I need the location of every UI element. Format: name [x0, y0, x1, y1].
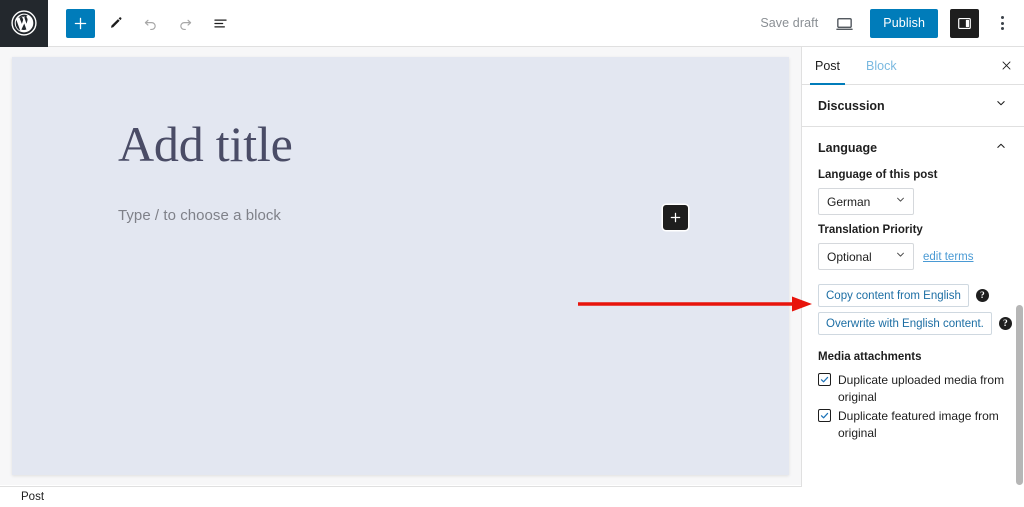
tab-post[interactable]: Post	[802, 47, 853, 85]
edit-terms-link[interactable]: edit terms	[923, 251, 974, 263]
post-canvas[interactable]: Add title Type / to choose a block	[12, 57, 789, 475]
document-overview-icon[interactable]	[205, 8, 235, 38]
media-attachments-title: Media attachments	[818, 351, 922, 363]
help-icon[interactable]: ?	[998, 317, 1012, 330]
help-icon[interactable]: ?	[975, 289, 989, 302]
add-block-button[interactable]	[66, 8, 95, 38]
more-vertical-icon[interactable]	[991, 9, 1013, 38]
post-language-select-wrap: German	[818, 188, 914, 215]
toolbar-left-group	[48, 8, 235, 38]
undo-icon[interactable]	[135, 8, 165, 38]
translation-priority-select-wrap: Optional	[818, 243, 914, 270]
breadcrumb: Post	[0, 486, 801, 507]
publish-button[interactable]: Publish	[870, 8, 938, 38]
tab-block[interactable]: Block	[853, 47, 910, 84]
chevron-down-icon	[994, 96, 1008, 115]
panel-language[interactable]: Language	[802, 127, 1024, 169]
settings-sidebar: Post Block Discussion Language Language …	[801, 47, 1024, 487]
checkbox-row-duplicate-featured-image: Duplicate featured image from original	[818, 408, 1008, 441]
breadcrumb-item-post[interactable]: Post	[21, 491, 44, 503]
close-icon[interactable]	[988, 47, 1024, 84]
checkbox-row-duplicate-uploaded-media: Duplicate uploaded media from original	[818, 372, 1008, 405]
sidebar-tabs: Post Block	[802, 47, 1024, 85]
post-language-label: Language of this post	[818, 169, 938, 181]
block-placeholder-input[interactable]: Type / to choose a block	[118, 207, 281, 224]
copy-content-row: Copy content from English ?	[818, 284, 1008, 307]
panel-language-title: Language	[818, 141, 878, 155]
copy-content-from-english-button[interactable]: Copy content from English	[818, 284, 969, 307]
wordpress-block-editor: Save draft Publish Add title Type / to c…	[0, 0, 1024, 507]
duplicate-uploaded-media-checkbox[interactable]	[818, 373, 831, 386]
sidebar-scrollbar[interactable]	[1016, 305, 1023, 485]
pencil-icon[interactable]	[100, 8, 130, 38]
chevron-up-icon	[994, 139, 1008, 158]
inline-add-block-button[interactable]	[663, 205, 688, 230]
editor-canvas-area: Add title Type / to choose a block	[0, 47, 801, 485]
editor-toolbar: Save draft Publish	[0, 0, 1024, 47]
wordpress-logo-icon[interactable]	[0, 0, 48, 47]
post-title-input[interactable]: Add title	[118, 119, 293, 169]
post-language-select[interactable]: German	[818, 188, 914, 215]
panel-discussion[interactable]: Discussion	[802, 85, 1024, 127]
overwrite-with-english-content-button[interactable]: Overwrite with English content.	[818, 312, 992, 335]
settings-sidebar-icon[interactable]	[950, 8, 979, 38]
translation-priority-row: Optional edit terms	[818, 243, 1008, 270]
redo-icon[interactable]	[170, 8, 200, 38]
panel-discussion-title: Discussion	[818, 98, 885, 113]
translation-priority-label: Translation Priority	[818, 224, 923, 236]
preview-monitor-icon[interactable]	[830, 9, 858, 37]
duplicate-featured-image-label[interactable]: Duplicate featured image from original	[838, 408, 1008, 441]
toolbar-right-group: Save draft Publish	[760, 8, 1024, 38]
translation-priority-select[interactable]: Optional	[818, 243, 914, 270]
duplicate-uploaded-media-label[interactable]: Duplicate uploaded media from original	[838, 372, 1008, 405]
language-panel-body: Language of this post German Translation…	[802, 169, 1024, 454]
overwrite-content-row: Overwrite with English content. ?	[818, 312, 1012, 335]
save-draft-button[interactable]: Save draft	[760, 16, 818, 30]
duplicate-featured-image-checkbox[interactable]	[818, 409, 831, 422]
